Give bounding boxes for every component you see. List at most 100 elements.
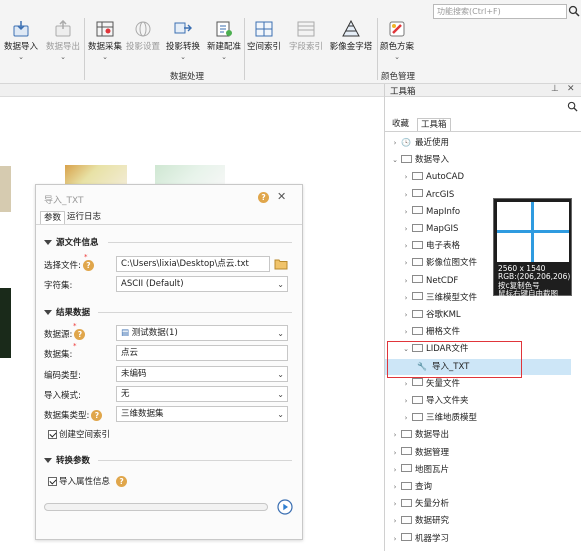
chevron-right-icon[interactable]: › — [391, 513, 399, 529]
tree-item[interactable]: › 导入文件夹 — [385, 393, 571, 409]
progress-bar — [44, 503, 268, 511]
field-index-label: 字段索引 — [288, 42, 323, 52]
chevron-right-icon[interactable]: › — [402, 307, 410, 323]
chevron-right-icon[interactable]: › — [391, 445, 399, 461]
datasource-select[interactable]: ▤ 测试数据(1) ⌄ — [116, 325, 288, 341]
tree-item[interactable]: › 数据管理 — [385, 445, 571, 461]
tree-item-label: 数据研究 — [415, 516, 450, 527]
dataset-type-select[interactable]: 三维数据集 ⌄ — [116, 406, 288, 422]
section-convert-params[interactable]: 转换参数 — [44, 454, 90, 466]
tree-item-label: MapInfo — [426, 206, 461, 217]
help-icon[interactable]: ? — [116, 476, 128, 487]
chevron-right-icon[interactable]: › — [402, 324, 410, 340]
search-icon[interactable] — [567, 101, 578, 112]
chevron-right-icon[interactable]: › — [402, 169, 410, 185]
help-icon[interactable]: ? — [258, 192, 269, 203]
charset-select[interactable]: ASCII (Default) ⌄ — [116, 276, 288, 292]
section-source-file[interactable]: 源文件信息 — [44, 236, 99, 248]
chevron-right-icon[interactable]: › — [391, 427, 399, 443]
select-file-field[interactable]: C:\Users\lixia\Desktop\点云.txt — [116, 256, 270, 272]
tree-item[interactable]: › 🕓 最近使用 — [385, 135, 571, 151]
tree-item[interactable]: › 数据导出 — [385, 427, 571, 443]
color-scheme-button[interactable]: 颜色方案 ⌄ — [376, 20, 418, 61]
tooltip-hint-screenshot: 鼠标右键自由截图 — [498, 289, 558, 298]
tab-toolbox[interactable]: 工具箱 — [417, 118, 451, 131]
projection-transform-icon — [174, 22, 192, 34]
chevron-right-icon[interactable]: › — [391, 462, 399, 478]
export-icon — [55, 20, 71, 37]
folder-icon — [412, 309, 423, 318]
folder-icon — [401, 429, 412, 438]
tree-item[interactable]: › 数据研究 — [385, 513, 571, 529]
tree-item[interactable]: › 谷歌KML — [385, 307, 571, 323]
folder-browse-icon[interactable] — [274, 258, 288, 270]
tree-item-label: 矢量文件 — [426, 378, 461, 389]
tree-item[interactable]: › 矢量分析 — [385, 496, 571, 512]
close-button[interactable]: ✕ — [277, 190, 286, 203]
import-button[interactable]: 数据导入 ⌄ — [0, 20, 42, 61]
spatial-index-button[interactable]: 空间索引 — [243, 20, 285, 52]
tree-item[interactable]: › AutoCAD — [385, 169, 571, 185]
section-result-data[interactable]: 结果数据 — [44, 306, 90, 318]
pin-icon[interactable]: ⊥ — [551, 84, 559, 94]
import-mode-select[interactable]: 无 ⌄ — [116, 386, 288, 402]
help-icon[interactable]: ? — [82, 260, 94, 271]
chevron-right-icon[interactable]: › — [402, 238, 410, 254]
export-button[interactable]: 数据导出 ⌄ — [42, 20, 84, 61]
tab-parameters[interactable]: 参数 — [40, 211, 66, 224]
projection-settings-label: 投影设置 — [125, 42, 160, 52]
tree-item[interactable]: › 地图瓦片 — [385, 462, 571, 478]
function-search-input[interactable]: 功能搜索(Ctrl+F) — [433, 4, 567, 19]
help-icon[interactable]: ? — [74, 329, 86, 340]
chevron-right-icon[interactable]: › — [391, 496, 399, 512]
create-spatial-index-label: 创建空间索引 — [59, 430, 111, 440]
tree-item[interactable]: › 矢量文件 — [385, 376, 571, 392]
field-index-button[interactable]: 字段索引 — [285, 20, 327, 52]
chevron-right-icon[interactable]: › — [402, 393, 410, 409]
tree-item[interactable]: › 查询 — [385, 479, 571, 495]
new-registration-button[interactable]: 新建配准 ⌄ — [203, 20, 245, 61]
chevron-right-icon[interactable]: › — [402, 221, 410, 237]
search-icon[interactable] — [568, 5, 580, 17]
encoding-select[interactable]: 未编码 ⌄ — [116, 366, 288, 382]
help-icon[interactable]: ? — [91, 410, 103, 421]
datasource-label: 数据源:? — [44, 328, 86, 340]
import-icon — [13, 21, 29, 37]
chevron-right-icon[interactable]: › — [402, 376, 410, 392]
tree-item[interactable]: › 栅格文件 — [385, 324, 571, 340]
field-index-icon — [297, 21, 315, 37]
chevron-right-icon[interactable]: › — [391, 479, 399, 495]
chevron-right-icon[interactable]: › — [402, 290, 410, 306]
projection-settings-button[interactable]: 投影设置 — [122, 20, 164, 52]
chevron-right-icon[interactable]: › — [402, 187, 410, 203]
image-pyramid-label: 影像金字塔 — [329, 42, 373, 52]
tree-item[interactable]: › 机器学习 — [385, 531, 571, 547]
chevron-right-icon[interactable]: › — [391, 135, 399, 151]
chevron-right-icon[interactable]: › — [402, 410, 410, 426]
tab-favorites[interactable]: 收藏 — [389, 118, 412, 131]
section-divider — [98, 312, 292, 313]
folder-icon — [401, 515, 412, 524]
tree-item[interactable]: › 三维地质模型 — [385, 410, 571, 426]
highlight-box — [387, 341, 522, 378]
chevron-down-icon[interactable]: ⌄ — [391, 152, 399, 168]
create-spatial-index-checkbox[interactable]: 创建空间索引 — [48, 428, 110, 440]
dataset-type-label-text: 数据集类型: — [44, 411, 90, 421]
run-button[interactable] — [277, 499, 293, 515]
chevron-right-icon[interactable]: › — [402, 255, 410, 271]
chevron-right-icon[interactable]: › — [391, 531, 399, 547]
chevron-right-icon[interactable]: › — [402, 204, 410, 220]
projection-transform-button[interactable]: 投影转换 ⌄ — [162, 20, 204, 61]
folder-icon — [401, 154, 412, 163]
chevron-right-icon[interactable]: › — [402, 273, 410, 289]
image-pyramid-button[interactable]: 影像金字塔 — [328, 20, 374, 52]
tab-run-log[interactable]: 运行日志 — [64, 211, 104, 224]
close-icon[interactable]: ✕ — [567, 84, 575, 94]
tree-item[interactable]: ⌄ 数据导入 — [385, 152, 571, 168]
import-attributes-checkbox[interactable]: 导入属性信息? — [48, 475, 128, 487]
import-attributes-label: 导入属性信息 — [59, 477, 111, 487]
tree-item-label: 数据管理 — [415, 447, 450, 458]
toolbox-header: 工具箱 ⊥ ✕ — [385, 84, 581, 97]
data-collect-button[interactable]: 数据采集 ⌄ — [84, 20, 126, 61]
dataset-input[interactable]: 点云 — [116, 345, 288, 361]
